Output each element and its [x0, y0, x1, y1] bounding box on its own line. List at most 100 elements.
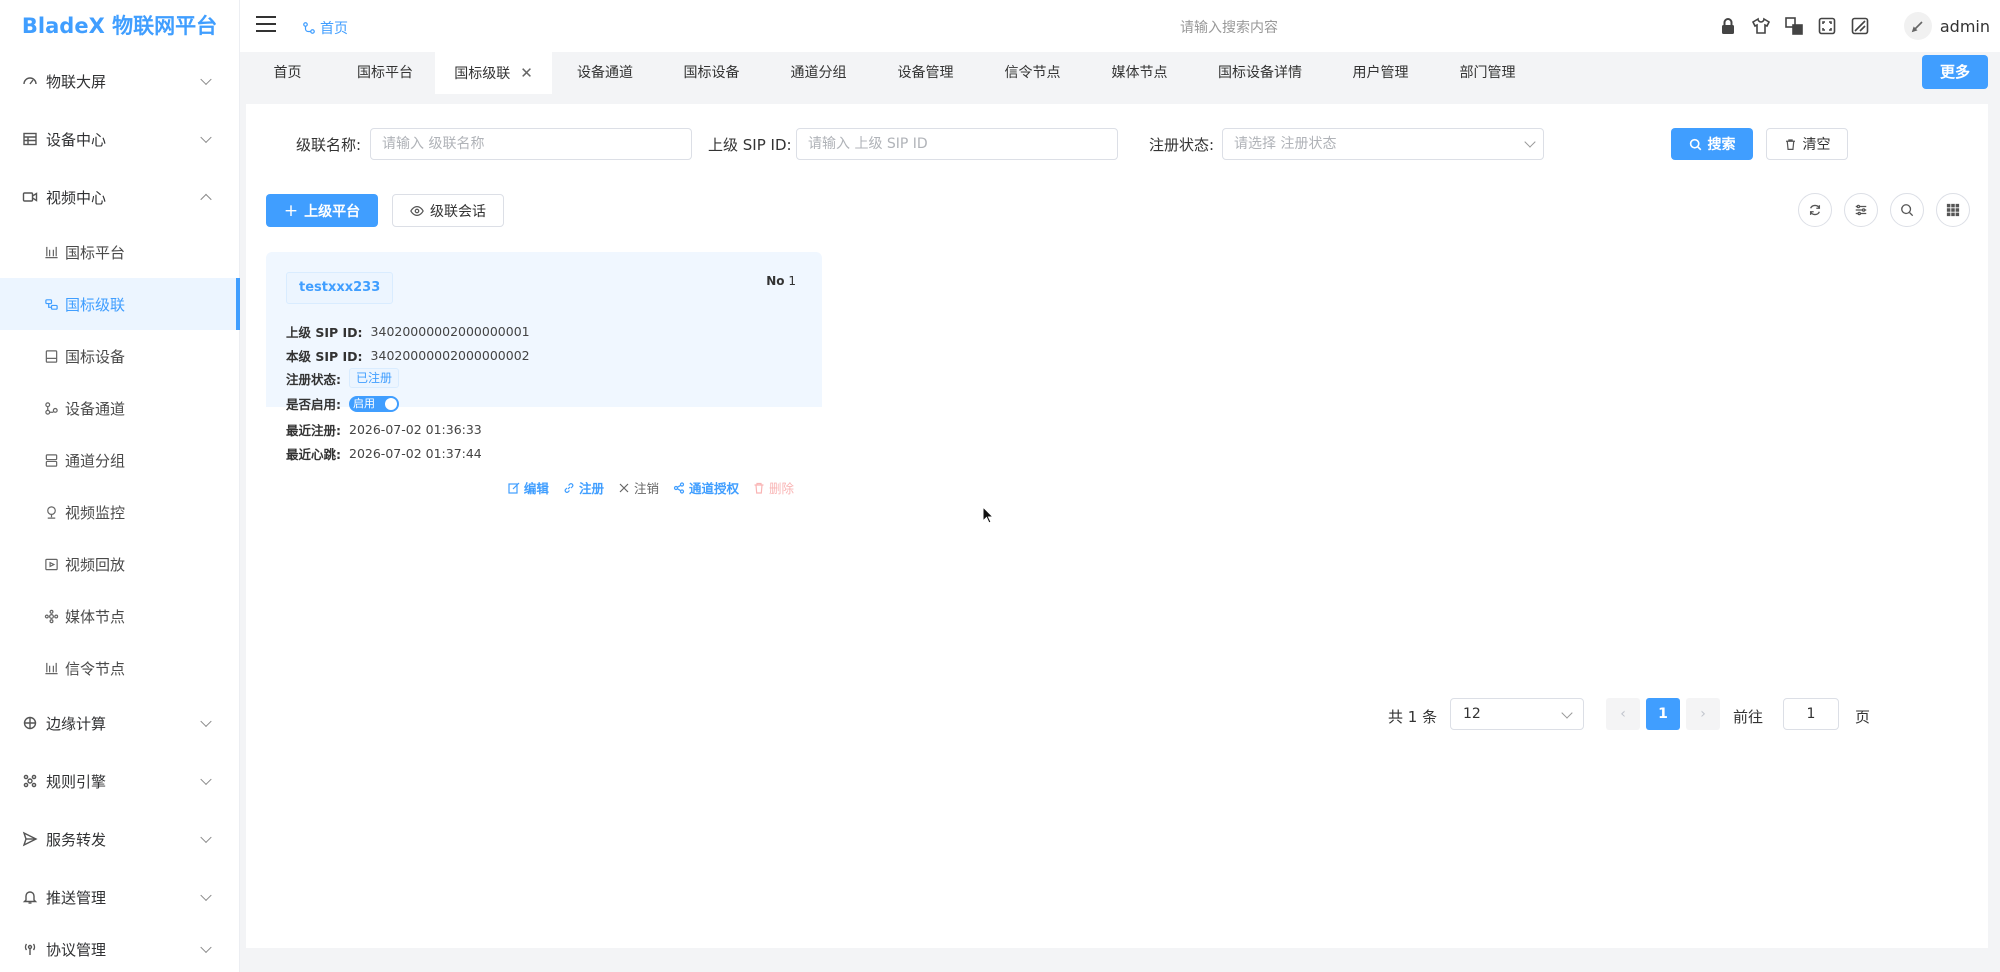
platform-icon: [45, 246, 58, 258]
user-menu[interactable]: admin: [1903, 12, 1990, 40]
tab-gb-device-detail[interactable]: 国标设备详情: [1193, 52, 1327, 94]
sidebar-item-channel-group[interactable]: 通道分组: [0, 434, 240, 486]
dashboard-icon: [23, 77, 37, 85]
refresh-button[interactable]: [1798, 193, 1832, 227]
add-button-label: 上级平台: [304, 203, 361, 220]
field-value: 2026-07-02 01:36:33: [349, 422, 482, 437]
next-page-button[interactable]: ›: [1686, 698, 1720, 730]
edit-button[interactable]: 编辑: [508, 478, 549, 497]
filter-columns-icon: [1855, 204, 1867, 216]
search-button[interactable]: 搜索: [1671, 128, 1753, 160]
tab-label: 部门管理: [1459, 65, 1516, 81]
app-logo-title: BladeX 物联网平台: [21, 14, 218, 38]
more-tabs-button[interactable]: 更多: [1922, 55, 1988, 89]
chevron-down-icon: [200, 73, 212, 86]
global-search-input[interactable]: 请输入搜索内容: [1180, 17, 1278, 37]
sidebar-item-service-forward[interactable]: 服务转发: [0, 810, 240, 868]
tab-gb-device[interactable]: 国标设备: [658, 52, 765, 94]
field-label: 注册状态:: [286, 371, 341, 387]
sidebar-item-label: 国标平台: [65, 243, 126, 262]
tab-label: 国标平台: [357, 65, 413, 81]
delete-button[interactable]: 删除: [753, 478, 794, 497]
grid-icon: [1946, 203, 1960, 217]
add-parent-platform-button[interactable]: + 上级平台: [266, 194, 378, 227]
sidebar-item-edge-compute[interactable]: 边缘计算: [0, 694, 240, 752]
pagination: 共 1 条 12 ‹ 1 › 前往 页: [1388, 698, 1988, 732]
fullscreen-icon[interactable]: [1817, 16, 1837, 36]
register-button[interactable]: 注册: [563, 478, 604, 497]
sidebar-item-video-center[interactable]: 视频中心: [0, 168, 240, 226]
prev-page-button[interactable]: ‹: [1606, 698, 1640, 730]
field-value: 2026-07-02 01:37:44: [349, 446, 482, 461]
sidebar-item-dashboard[interactable]: 物联大屏: [0, 52, 240, 110]
close-icon[interactable]: ✕: [520, 64, 533, 82]
content-area: 级联名称: 上级 SIP ID: 注册状态: 请选择 注册状态 搜索 清空 + …: [240, 94, 2000, 972]
sidebar-item-device-channel[interactable]: 设备通道: [0, 382, 240, 434]
clear-button-label: 清空: [1802, 137, 1831, 153]
tab-media-node[interactable]: 媒体节点: [1086, 52, 1193, 94]
cascade-icon: [45, 298, 58, 310]
tab-label: 设备管理: [897, 65, 954, 81]
shirt-icon[interactable]: [1751, 16, 1771, 36]
column-settings-button[interactable]: [1844, 193, 1878, 227]
tab-signal-node[interactable]: 信令节点: [979, 52, 1086, 94]
sidebar-item-gb-cascade[interactable]: 国标级联: [0, 278, 240, 330]
clear-button[interactable]: 清空: [1766, 128, 1848, 160]
sidebar-item-label: 信令节点: [65, 659, 126, 678]
unregister-button[interactable]: 注销: [618, 478, 659, 497]
sidebar-item-protocol-manage[interactable]: 协议管理: [0, 926, 240, 972]
share-icon: [673, 481, 685, 494]
sidebar-item-push-manage[interactable]: 推送管理: [0, 868, 240, 926]
sidebar-item-video-playback[interactable]: 视频回放: [0, 538, 240, 590]
tab-device-manage[interactable]: 设备管理: [872, 52, 979, 94]
sidebar-item-label: 边缘计算: [46, 714, 107, 733]
menu-toggle-icon[interactable]: [256, 16, 276, 34]
translate-icon[interactable]: [1784, 16, 1804, 36]
sidebar-item-label: 媒体节点: [65, 607, 126, 626]
sidebar-item-device-center[interactable]: 设备中心: [0, 110, 240, 168]
tab-label: 首页: [273, 65, 302, 81]
bell-icon: [22, 891, 38, 904]
goto-page-input[interactable]: [1783, 698, 1839, 730]
cascade-session-button[interactable]: 级联会话: [392, 194, 504, 227]
field-label: 是否启用:: [286, 397, 341, 412]
field-value: 34020000002000000001: [370, 324, 530, 339]
breadcrumb-home: 首页: [320, 21, 348, 37]
theme-icon[interactable]: [1850, 16, 1870, 36]
sidebar-item-gb-platform[interactable]: 国标平台: [0, 226, 240, 278]
sidebar-item-signal-node[interactable]: 信令节点: [0, 642, 240, 694]
enabled-toggle[interactable]: 启用: [349, 395, 399, 412]
channel-icon: [45, 401, 58, 415]
chevron-down-icon: [200, 889, 212, 902]
search-button-label: 搜索: [1707, 137, 1736, 153]
page-size-value: 12: [1463, 706, 1481, 722]
lock-icon[interactable]: [1718, 16, 1738, 36]
tab-dept-manage[interactable]: 部门管理: [1434, 52, 1541, 94]
breadcrumb[interactable]: 首页: [302, 18, 348, 38]
tab-gb-cascade[interactable]: 国标级联 ✕: [435, 52, 552, 94]
tab-gb-platform[interactable]: 国标平台: [335, 52, 435, 94]
tab-device-channel[interactable]: 设备通道: [552, 52, 658, 94]
sidebar-item-media-node[interactable]: 媒体节点: [0, 590, 240, 642]
chevron-down-icon: [200, 831, 212, 844]
tab-home[interactable]: 首页: [240, 52, 335, 94]
register-status-select[interactable]: 请选择 注册状态: [1222, 128, 1544, 160]
sidebar-item-video-monitor[interactable]: 视频监控: [0, 486, 240, 538]
page-number-current[interactable]: 1: [1646, 698, 1680, 730]
tab-channel-group[interactable]: 通道分组: [765, 52, 872, 94]
authorize-channel-button[interactable]: 通道授权: [673, 478, 739, 497]
page-size-select[interactable]: 12: [1450, 698, 1584, 730]
sidebar-item-rule-engine[interactable]: 规则引擎: [0, 752, 240, 810]
cascade-name-input[interactable]: [370, 128, 692, 160]
grid-view-button[interactable]: [1936, 193, 1970, 227]
parent-sip-row: 上级 SIP ID: 34020000002000000001: [286, 322, 530, 341]
sidebar-item-label: 设备通道: [65, 399, 126, 418]
chevron-down-icon: [200, 715, 212, 728]
parent-sip-input[interactable]: [796, 128, 1118, 160]
edit-icon: [508, 482, 520, 494]
tag-view-bar: 首页 国标平台 国标级联 ✕ 设备通道 国标设备 通道分组 设备管理 信令节点 媒…: [240, 52, 2000, 94]
card-title-tag[interactable]: testxxx233: [286, 272, 394, 304]
sidebar-item-gb-device[interactable]: 国标设备: [0, 330, 240, 382]
tab-user-manage[interactable]: 用户管理: [1327, 52, 1434, 94]
toggle-search-button[interactable]: [1890, 193, 1924, 227]
